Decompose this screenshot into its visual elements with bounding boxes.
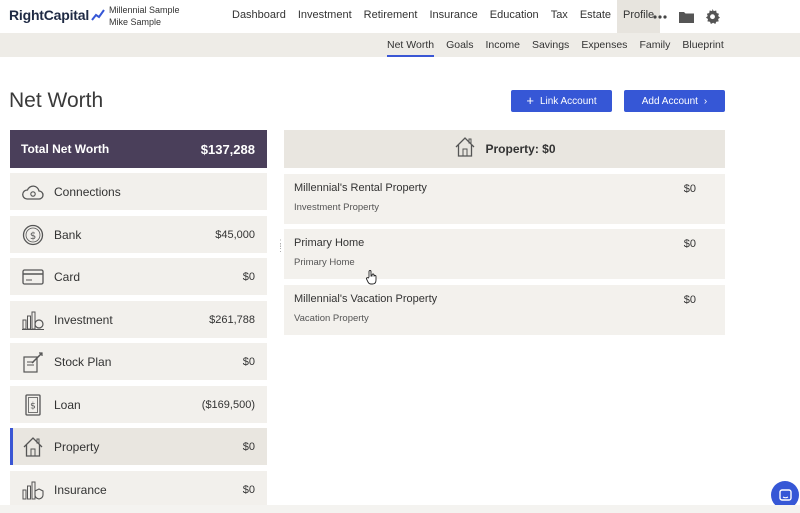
logo-arrow-icon	[91, 9, 105, 21]
client-name: Millennial Sample	[109, 5, 180, 15]
property-amount: $0	[683, 238, 696, 250]
property-type: Primary Home	[294, 257, 355, 268]
tab-expenses[interactable]: Expenses	[575, 33, 633, 57]
property-row[interactable]: Millennial's Vacation Property Vacation …	[284, 285, 725, 335]
property-name: Millennial's Rental Property	[294, 182, 427, 194]
property-name: Primary Home	[294, 237, 365, 249]
tab-income[interactable]: Income	[480, 33, 526, 57]
sidebar-item-loan[interactable]: $ Loan ($169,500)	[10, 386, 267, 423]
nav-dashboard[interactable]: Dashboard	[226, 0, 292, 33]
property-amount: $0	[683, 183, 696, 195]
property-type: Vacation Property	[294, 313, 369, 324]
nav-tax[interactable]: Tax	[545, 0, 574, 33]
top-bar: RightCapital Millennial Sample Mike Samp…	[0, 0, 800, 33]
folder-icon[interactable]	[678, 9, 694, 25]
svg-text:$: $	[30, 401, 36, 411]
sidebar-item-bank[interactable]: $ Bank $45,000	[10, 216, 267, 253]
tab-net-worth[interactable]: Net Worth	[381, 33, 440, 57]
sidebar-item-card[interactable]: Card $0	[10, 258, 267, 295]
insurance-icon	[22, 479, 44, 501]
house-icon	[453, 136, 477, 163]
property-name: Millennial's Vacation Property	[294, 293, 438, 305]
chevron-right-icon: ›	[703, 95, 708, 107]
cloud-icon	[22, 181, 44, 203]
total-net-worth-label: Total Net Worth	[21, 142, 110, 156]
sub-nav: Net Worth Goals Income Savings Expenses …	[381, 33, 730, 57]
sidebar-item-property[interactable]: Property $0	[10, 428, 267, 465]
advisor-name: Mike Sample	[109, 17, 162, 27]
top-icons	[652, 0, 720, 33]
tab-blueprint[interactable]: Blueprint	[676, 33, 729, 57]
nav-education[interactable]: Education	[484, 0, 545, 33]
dollar-coin-icon: $	[22, 224, 44, 246]
main-nav: Dashboard Investment Retirement Insuranc…	[226, 0, 661, 33]
plus-icon: +	[526, 93, 534, 108]
svg-text:$: $	[30, 231, 36, 242]
property-amount: $0	[683, 294, 696, 306]
nav-insurance[interactable]: Insurance	[423, 0, 483, 33]
tab-family[interactable]: Family	[633, 33, 676, 57]
tab-savings[interactable]: Savings	[526, 33, 575, 57]
property-type: Investment Property	[294, 202, 380, 213]
stock-plan-icon	[22, 351, 44, 373]
total-net-worth-value: $137,288	[200, 141, 255, 157]
rightcapital-logo[interactable]: RightCapital	[9, 7, 105, 23]
sidebar-item-insurance[interactable]: Insurance $0	[10, 471, 267, 508]
property-header-title: Property: $0	[485, 142, 556, 156]
sub-nav-bar: Net Worth Goals Income Savings Expenses …	[0, 33, 800, 57]
sidebar-item-connections[interactable]: Connections	[10, 173, 267, 210]
client-selector[interactable]: Millennial Sample Mike Sample	[109, 4, 180, 28]
sidebar-item-investment[interactable]: Investment $261,788	[10, 301, 267, 338]
property-header: Property: $0	[284, 130, 725, 168]
house-icon	[22, 436, 44, 458]
property-row[interactable]: Millennial's Rental Property Investment …	[284, 174, 725, 224]
bottom-strip	[0, 505, 800, 513]
more-icon[interactable]	[652, 9, 668, 25]
property-row[interactable]: Primary Home Primary Home $0	[284, 229, 725, 279]
total-net-worth: Total Net Worth $137,288	[10, 130, 267, 168]
drag-handle-icon[interactable]: ⋮ ⋮	[276, 239, 285, 253]
hand-cursor-icon	[366, 270, 378, 290]
loan-document-icon: $	[22, 393, 44, 416]
link-account-button[interactable]: + Link Account	[511, 90, 612, 112]
nav-investment[interactable]: Investment	[292, 0, 358, 33]
page-title: Net Worth	[9, 89, 104, 112]
nav-retirement[interactable]: Retirement	[358, 0, 424, 33]
tab-goals[interactable]: Goals	[440, 33, 479, 57]
sidebar-item-stock-plan[interactable]: Stock Plan $0	[10, 343, 267, 380]
credit-card-icon	[22, 266, 44, 288]
nav-estate[interactable]: Estate	[574, 0, 617, 33]
add-account-button[interactable]: Add Account ›	[624, 90, 725, 112]
gear-icon[interactable]	[704, 9, 720, 25]
investment-chart-icon	[22, 309, 44, 331]
